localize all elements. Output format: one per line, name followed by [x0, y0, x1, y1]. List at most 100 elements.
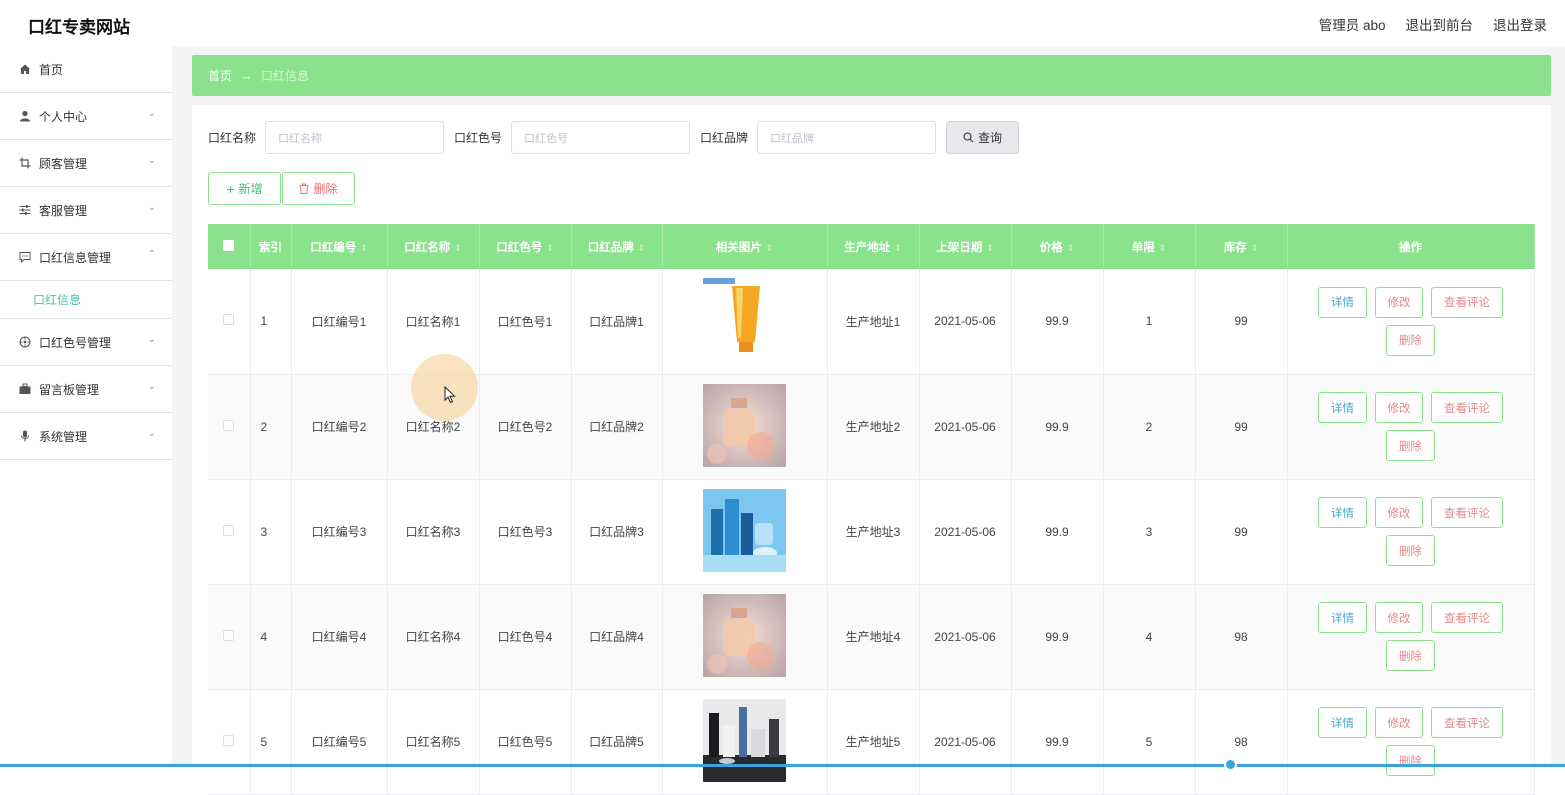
- to-front-link[interactable]: 退出到前台: [1406, 14, 1474, 34]
- sidebar-item-lipstick-colors[interactable]: 口红色号管理 ⌄: [0, 319, 172, 366]
- sidebar-item-messages[interactable]: 留言板管理 ⌄: [0, 366, 172, 413]
- row-checkbox[interactable]: [223, 419, 235, 431]
- cell-code: 口红编号1: [291, 269, 388, 375]
- cell-operations: 详情 修改 查看评论删除: [1287, 689, 1535, 795]
- compass-icon: [18, 335, 32, 349]
- cell-price: 99.9: [1011, 689, 1104, 795]
- cell-color: 口红色号3: [479, 479, 572, 585]
- cell-color: 口红色号2: [479, 374, 572, 480]
- row-checkbox[interactable]: [223, 314, 235, 326]
- query-button[interactable]: 查询: [946, 121, 1020, 154]
- edit-button[interactable]: 修改: [1375, 392, 1423, 423]
- view-reviews-button[interactable]: 查看评论: [1431, 392, 1503, 423]
- select-all-cell[interactable]: [208, 224, 251, 269]
- row-select-cell[interactable]: [208, 584, 251, 690]
- sidebar-item-service[interactable]: 客服管理 ⌄: [0, 187, 172, 234]
- cell-operations: 详情 修改 查看评论删除: [1287, 584, 1535, 690]
- product-image: [703, 383, 786, 470]
- sidebar-subitem-lipstick-info[interactable]: 口红信息: [0, 281, 172, 319]
- column-header[interactable]: 库存 ⇕: [1195, 224, 1288, 269]
- cell-stock: 99: [1195, 479, 1288, 585]
- view-reviews-button[interactable]: 查看评论: [1431, 602, 1503, 633]
- row-delete-button[interactable]: 删除: [1386, 640, 1435, 671]
- batch-delete-button[interactable]: 删除: [282, 172, 355, 205]
- detail-button[interactable]: 详情: [1318, 286, 1367, 318]
- select-all-checkbox[interactable]: [223, 239, 235, 251]
- cell-name: 口红名称4: [387, 584, 480, 690]
- sidebar-item-customers[interactable]: 顾客管理 ⌄: [0, 140, 172, 187]
- row-select-cell[interactable]: [208, 269, 251, 375]
- edit-button[interactable]: 修改: [1375, 497, 1423, 528]
- column-header[interactable]: 口红色号 ⇕: [479, 224, 572, 269]
- sidebar-item-profile[interactable]: 个人中心 ⌄: [0, 93, 172, 140]
- sidebar-item-lipstick-info[interactable]: 口红信息管理 ⌃: [0, 234, 172, 281]
- breadcrumb-current: 口红信息: [261, 69, 310, 83]
- cell-index: 3: [250, 479, 292, 585]
- column-header[interactable]: 口红名称 ⇕: [387, 224, 480, 269]
- cell-brand: 口红品牌1: [571, 269, 663, 375]
- column-header[interactable]: 上架日期 ⇕: [919, 224, 1012, 269]
- breadcrumb-home[interactable]: 首页: [208, 67, 232, 84]
- cell-brand: 口红品牌3: [571, 479, 663, 585]
- view-reviews-button[interactable]: 查看评论: [1431, 286, 1503, 318]
- sort-icon: ⇕: [1066, 242, 1075, 253]
- column-header[interactable]: 生产地址 ⇕: [827, 224, 920, 269]
- sidebar-item-home[interactable]: 首页: [0, 46, 172, 93]
- column-header[interactable]: 口红品牌 ⇕: [571, 224, 663, 269]
- delete-label: 删除: [313, 182, 338, 196]
- name-input[interactable]: 口红名称: [265, 121, 445, 154]
- logout-link[interactable]: 退出登录: [1493, 14, 1547, 34]
- detail-button[interactable]: 详情: [1318, 497, 1367, 528]
- view-reviews-button[interactable]: 查看评论: [1431, 707, 1503, 738]
- cell-date: 2021-05-06: [919, 269, 1012, 375]
- sidebar: 首页 个人中心 ⌄ 顾客管理 ⌄ 客服管理 ⌄ 口红信息管理 ⌃ 口红信息 口红…: [0, 46, 172, 767]
- cell-operations: 详情 修改 查看评论删除: [1287, 479, 1535, 585]
- row-checkbox[interactable]: [223, 734, 235, 746]
- row-select-cell[interactable]: [208, 689, 251, 795]
- color-label: 口红色号: [454, 131, 503, 145]
- name-label: 口红名称: [208, 131, 257, 145]
- row-checkbox[interactable]: [223, 629, 235, 641]
- column-header[interactable]: 单限 ⇕: [1103, 224, 1196, 269]
- color-input[interactable]: 口红色号: [511, 121, 691, 154]
- cell-index: 4: [250, 584, 292, 690]
- brand-input[interactable]: 口红品牌: [757, 121, 937, 154]
- row-delete-button[interactable]: 删除: [1386, 535, 1435, 566]
- chevron-down-icon: ⌄: [147, 155, 156, 166]
- cell-operations: 详情 修改 查看评论删除: [1287, 374, 1535, 480]
- row-checkbox[interactable]: [223, 524, 235, 536]
- row-delete-button[interactable]: 删除: [1386, 430, 1435, 461]
- detail-button[interactable]: 详情: [1318, 707, 1367, 738]
- detail-button[interactable]: 详情: [1318, 602, 1367, 633]
- row-select-cell[interactable]: [208, 479, 251, 585]
- chevron-down-icon: ⌄: [147, 202, 156, 213]
- cell-date: 2021-05-06: [919, 374, 1012, 480]
- detail-button[interactable]: 详情: [1318, 392, 1367, 423]
- edit-button[interactable]: 修改: [1375, 286, 1423, 318]
- cell-image: [662, 374, 828, 480]
- trash-icon: [299, 183, 309, 194]
- column-header[interactable]: 价格 ⇕: [1011, 224, 1104, 269]
- column-header: 操作: [1287, 224, 1535, 269]
- column-header[interactable]: 口红编号 ⇕: [291, 224, 388, 269]
- edit-button[interactable]: 修改: [1375, 602, 1423, 633]
- progress-handle[interactable]: [1224, 758, 1237, 771]
- cell-limit: 1: [1103, 269, 1196, 375]
- cell-address: 生产地址2: [827, 374, 920, 480]
- mouse-cursor-icon: [444, 385, 456, 409]
- cell-date: 2021-05-06: [919, 689, 1012, 795]
- add-button[interactable]: + 新增: [208, 172, 281, 205]
- cell-price: 99.9: [1011, 269, 1104, 375]
- cell-index: 5: [250, 689, 292, 795]
- view-reviews-button[interactable]: 查看评论: [1431, 497, 1503, 528]
- row-select-cell[interactable]: [208, 374, 251, 480]
- cell-limit: 4: [1103, 584, 1196, 690]
- mic-icon: [18, 429, 32, 443]
- column-header[interactable]: 相关图片 ⇕: [662, 224, 828, 269]
- sidebar-item-system[interactable]: 系统管理 ⌄: [0, 413, 172, 460]
- scrollbar[interactable]: [1553, 46, 1565, 764]
- table-row: 4 口红编号4 口红名称4 口红色号4 口红品牌4 生产地址4 2021-05-06 99.9…: [208, 584, 1535, 690]
- row-delete-button[interactable]: 删除: [1386, 324, 1435, 356]
- row-delete-button[interactable]: 删除: [1386, 745, 1435, 776]
- edit-button[interactable]: 修改: [1375, 707, 1423, 738]
